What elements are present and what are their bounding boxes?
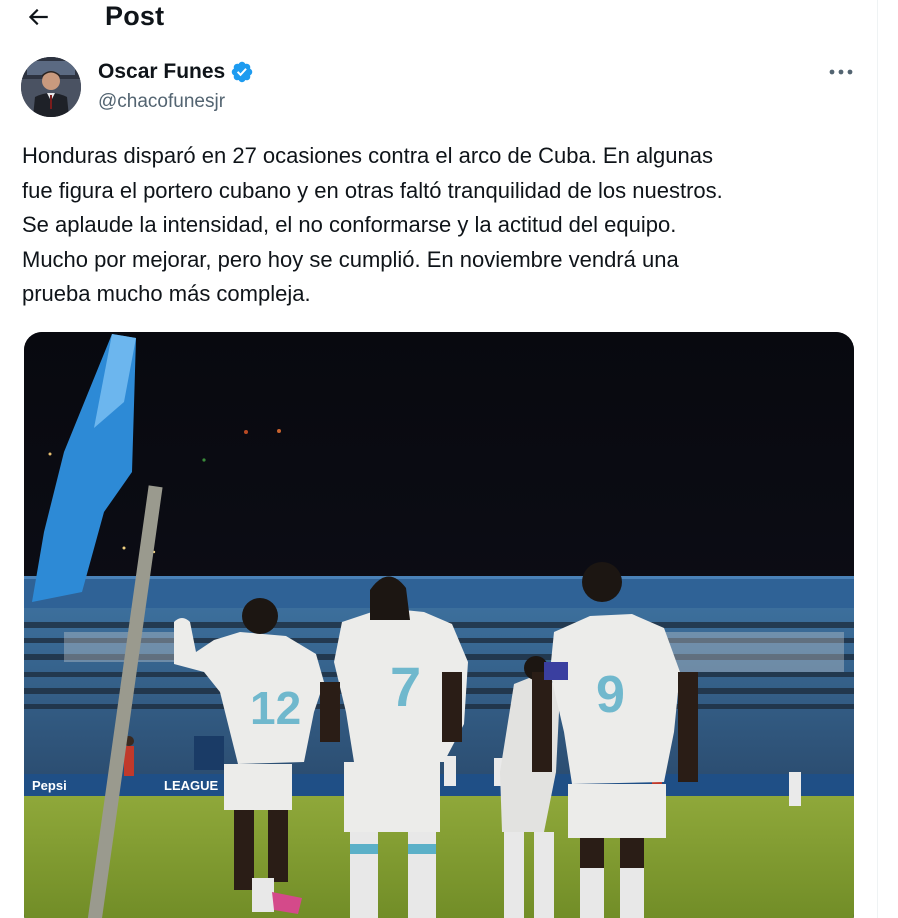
tweet-text-line: Se aplaude la intensidad, el no conforma… [22, 212, 677, 237]
author-display-name[interactable]: Oscar Funes [98, 60, 225, 84]
author-name-row[interactable]: Oscar Funes [98, 60, 254, 84]
tweet-text-line: prueba mucho más compleja. [22, 281, 311, 306]
jersey-number: 12 [250, 682, 301, 734]
tweet-media-photo[interactable]: Pepsi LEAGUE 12 7 9 [24, 332, 854, 918]
tweet-text-line: fue figura el portero cubano y en otras … [22, 177, 723, 203]
tweet-text-line: Mucho por mejorar, pero hoy se cumplió. … [22, 246, 679, 272]
avatar-image [21, 57, 81, 117]
more-horizontal-icon [829, 69, 853, 75]
board-text: Pepsi [32, 778, 67, 793]
board-text: LEAGUE [164, 778, 219, 793]
page-title: Post [105, 1, 165, 31]
post-header: Post [0, 0, 877, 34]
column-divider [877, 0, 878, 918]
arrow-left-icon [28, 8, 48, 26]
stadium-celebration-photo: Pepsi LEAGUE 12 7 9 [24, 332, 854, 918]
tweet-text-line: Honduras disparó en 27 ocasiones contra … [22, 143, 714, 168]
jersey-number: 7 [390, 655, 421, 718]
avatar[interactable] [21, 57, 81, 117]
author-handle[interactable]: @chacofunesjr [98, 91, 225, 113]
tweet-text: Honduras disparó en 27 ocasiones contra … [22, 139, 862, 312]
verified-badge-icon [231, 61, 253, 83]
back-button[interactable] [18, 0, 58, 34]
more-options-button[interactable] [824, 58, 858, 86]
jersey-number: 9 [596, 666, 625, 724]
